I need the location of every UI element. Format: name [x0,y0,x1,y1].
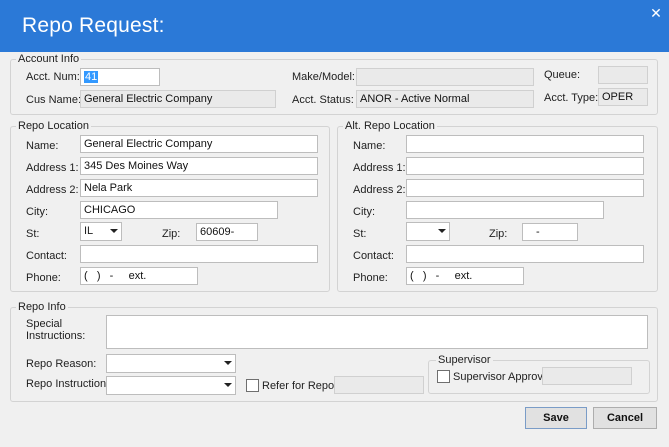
alt-city-field[interactable] [406,201,604,219]
make-model-label: Make/Model: [292,71,355,83]
repo-zip-label: Zip: [162,228,181,240]
queue-label: Queue: [544,69,581,81]
acct-status-label: Acct. Status: [292,94,354,106]
alt-address2-label: Address 2: [353,184,406,196]
repo-name-label: Name: [26,140,59,152]
acct-status-field: ANOR - Active Normal [356,90,534,108]
chevron-down-icon [110,229,118,233]
repo-address1-label: Address 1: [26,162,79,174]
chevron-down-icon [224,361,232,365]
make-model-field [356,68,534,86]
account-info-legend: Account Info [16,53,82,65]
repo-info-legend: Repo Info [16,301,68,313]
repo-st-label: St: [26,228,40,240]
acct-type-field: OPER [598,88,648,106]
repo-state-value: IL [84,225,94,237]
repo-address1-field[interactable]: 345 Des Moines Way [80,157,318,175]
repo-address2-field[interactable]: Nela Park [80,179,318,197]
chevron-down-icon [438,229,446,233]
alt-repo-location-legend: Alt. Repo Location [343,120,437,132]
repo-state-select[interactable]: IL [80,222,122,241]
queue-field [598,66,648,84]
repo-contact-field[interactable] [80,245,318,263]
repo-instructions-select[interactable] [106,376,236,395]
refer-for-repo-field [334,376,424,394]
repo-contact-label: Contact: [26,250,67,262]
alt-phone-label: Phone: [353,272,388,284]
alt-st-label: St: [353,228,367,240]
save-button[interactable]: Save [525,407,587,429]
repo-zip-field[interactable]: 60609- [196,223,258,241]
alt-address1-field[interactable] [406,157,644,175]
repo-reason-label: Repo Reason: [26,358,97,370]
alt-phone-field[interactable]: ( ) - ext. [406,267,524,285]
repo-reason-select[interactable] [106,354,236,373]
repo-address2-label: Address 2: [26,184,79,196]
acct-num-label: Acct. Num: [26,71,80,83]
alt-name-label: Name: [353,140,386,152]
acct-type-label: Acct. Type: [544,92,599,104]
refer-for-repo-label: Refer for Repo [262,380,335,392]
refer-for-repo-checkbox[interactable] [246,379,259,392]
alt-zip-value: - [536,226,540,238]
supervisor-approval-label: Supervisor Approval [453,371,552,383]
special-instructions-field[interactable] [106,315,648,349]
repo-location-legend: Repo Location [16,120,91,132]
supervisor-field [542,367,632,385]
special-instructions-label-line2: Instructions: [26,330,86,342]
repo-phone-label: Phone: [26,272,61,284]
cus-name-field: General Electric Company [80,90,276,108]
alt-name-field[interactable] [406,135,644,153]
alt-city-label: City: [353,206,375,218]
repo-name-field[interactable]: General Electric Company [80,135,318,153]
alt-contact-field[interactable] [406,245,644,263]
cus-name-label: Cus Name: [26,94,82,106]
alt-state-select[interactable] [406,222,450,241]
repo-city-field[interactable]: CHICAGO [80,201,278,219]
window-title: Repo Request: [22,14,165,37]
alt-address1-label: Address 1: [353,162,406,174]
repo-phone-field[interactable]: ( ) - ext. [80,267,198,285]
repo-city-label: City: [26,206,48,218]
cancel-button[interactable]: Cancel [593,407,657,429]
alt-contact-label: Contact: [353,250,394,262]
acct-num-value: 41 [84,71,99,83]
repo-instructions-label: Repo Instructions: [26,378,115,390]
supervisor-approval-checkbox[interactable] [437,370,450,383]
alt-address2-field[interactable] [406,179,644,197]
special-instructions-label: Special [26,318,63,330]
close-icon[interactable]: ✕ [648,5,664,21]
alt-zip-label: Zip: [489,228,508,240]
chevron-down-icon [224,383,232,387]
alt-zip-field[interactable]: - [522,223,578,241]
supervisor-legend: Supervisor [436,354,493,366]
acct-num-field[interactable]: 41 [80,68,160,86]
